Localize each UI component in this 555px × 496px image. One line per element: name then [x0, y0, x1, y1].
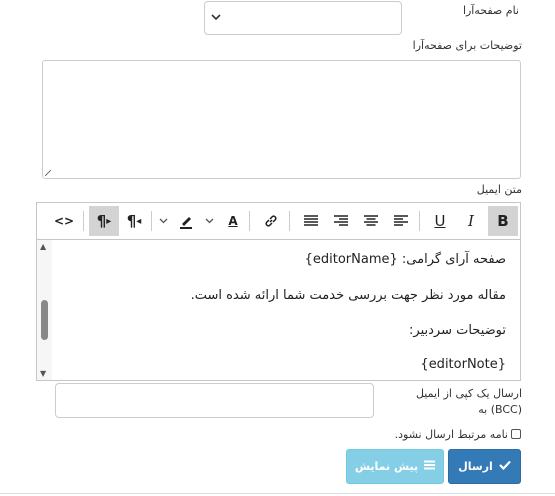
send-button[interactable]: ارسال — [448, 449, 521, 484]
scroll-down-icon[interactable]: ▼ — [40, 369, 46, 378]
scrollbar-thumb[interactable] — [41, 300, 48, 340]
divider — [0, 493, 555, 494]
toolbar-divider — [419, 211, 420, 231]
notes-label: توضیحات برای صفحه‌آرا — [412, 39, 522, 52]
rtl-direction-icon: ¶ — [126, 212, 137, 230]
no-send-checkbox[interactable] — [511, 429, 521, 439]
highlight-dropdown-chevron-icon[interactable] — [155, 206, 171, 236]
editor-toolbar: B I U A ¶ ◂ ¶ ▸ <> — [37, 203, 520, 240]
check-icon — [499, 460, 511, 473]
underline-button[interactable]: U — [425, 206, 455, 236]
toolbar-divider — [289, 211, 290, 231]
toolbar-divider — [249, 211, 250, 231]
font-color-button[interactable]: A — [218, 206, 248, 236]
bold-button[interactable]: B — [488, 206, 518, 236]
ltr-direction-icon: ¶ — [96, 212, 107, 230]
no-send-label: نامه مرتبط ارسال نشود. — [394, 428, 508, 441]
source-code-button[interactable]: <> — [49, 206, 79, 236]
align-left-icon[interactable] — [386, 206, 416, 236]
ltr-direction-button[interactable]: ¶ ▸ — [89, 206, 119, 236]
bcc-label-line2: (BCC) به — [478, 403, 522, 416]
list-icon — [424, 460, 436, 473]
align-center-icon[interactable] — [356, 206, 386, 236]
editor-line: صفحه آرای گرامی: {editorName} — [304, 252, 506, 267]
editor-content[interactable]: صفحه آرای گرامی: {editorName} مقاله مورد… — [37, 240, 520, 380]
align-justify-icon[interactable] — [296, 206, 326, 236]
editor-scrollbar[interactable]: ▲ ▼ — [37, 240, 52, 380]
editor-line: مقاله مورد نظر جهت بررسی خدمت شما ارائه … — [190, 288, 506, 303]
email-body-label: متن ایمیل — [476, 183, 522, 196]
bcc-label-line1: ارسال یک کپی از ایمیل — [415, 387, 522, 400]
editor-name-select[interactable] — [204, 1, 402, 35]
font-color-icon: A — [228, 214, 238, 228]
rtl-direction-button[interactable]: ¶ ◂ — [119, 206, 149, 236]
email-body-editor[interactable]: B I U A ¶ ◂ ¶ ▸ <> صفحه آرای گرامی: {edi… — [36, 202, 521, 381]
notes-textarea[interactable] — [42, 60, 521, 179]
highlight-color-icon[interactable] — [171, 206, 201, 236]
toolbar-divider — [151, 211, 152, 231]
toolbar-divider — [83, 211, 84, 231]
italic-button[interactable]: I — [456, 206, 486, 236]
preview-button-label: پیش نمایش — [354, 460, 419, 473]
font-color-dropdown-chevron-icon[interactable] — [201, 206, 217, 236]
align-right-icon[interactable] — [326, 206, 356, 236]
preview-button[interactable]: پیش نمایش — [346, 449, 444, 484]
chevron-down-icon — [211, 11, 221, 24]
resize-handle-icon[interactable] — [45, 170, 51, 176]
editor-name-label: نام صفحه‌آرا — [462, 4, 519, 17]
editor-line: توضیحات سردبیر: — [409, 323, 506, 338]
send-button-label: ارسال — [458, 460, 493, 473]
bcc-email-input[interactable] — [55, 383, 374, 418]
link-icon[interactable] — [256, 206, 286, 236]
scroll-up-icon[interactable]: ▲ — [40, 242, 46, 251]
editor-line: {editorNote} — [420, 357, 506, 372]
